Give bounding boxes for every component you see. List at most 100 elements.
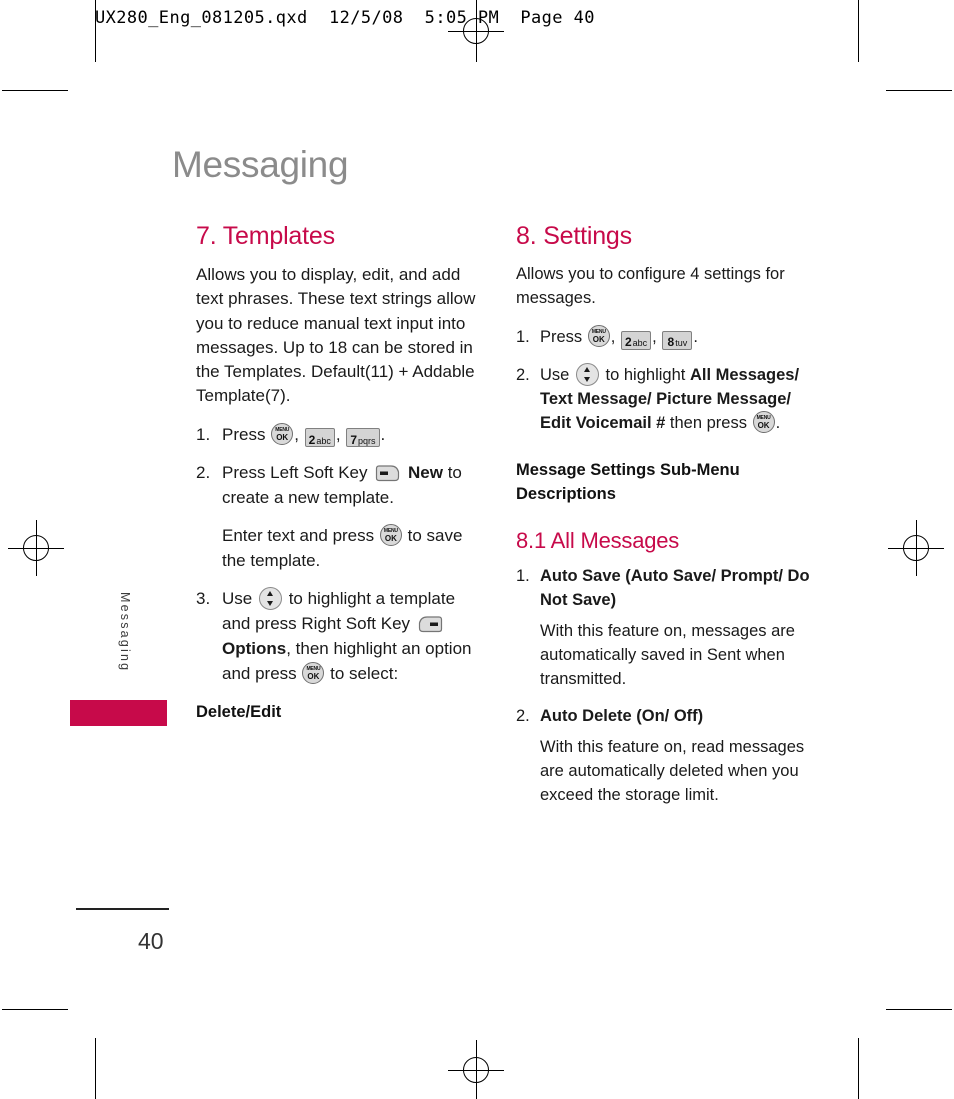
registration-mark-bottom [448, 1040, 504, 1099]
key-2-digit: 2 [624, 334, 632, 349]
settings-intro-text: Allows you to configure 4 settings for m… [516, 265, 785, 307]
footer-rule [76, 908, 169, 910]
step-end-punctuation: . [693, 327, 698, 346]
left-soft-key-icon [375, 465, 400, 482]
menu-ok-key-icon: MENU OK [271, 422, 294, 445]
step-text: Press Left Soft Key [222, 462, 368, 482]
item-title: Auto Save (Auto Save/ Prompt/ Do Not Sav… [540, 567, 810, 610]
menu-ok-key-bottom-label: OK [276, 432, 289, 442]
key-2-letters: abc [316, 435, 331, 446]
setting-item-1-description: With this feature on, messages are autom… [516, 619, 812, 692]
step-text: Use [540, 365, 570, 384]
section-heading-templates: 7. Templates [196, 222, 335, 250]
right-column: 8. Settings Allows you to configure 4 se… [516, 222, 812, 820]
crop-mark-bottom-left-vertical [95, 1038, 96, 1099]
crop-mark-bottom-right-vertical [858, 1038, 859, 1099]
step-number: 1. [196, 424, 211, 444]
templates-intro-text: Allows you to display, edit, and add tex… [196, 265, 476, 406]
settings-step-1: 1. Press MENU OK , 2abc , 8tuv . [516, 324, 812, 350]
setting-item-1: 1. Auto Save (Auto Save/ Prompt/ Do Not … [516, 564, 812, 613]
menu-ok-key-bottom-label: OK [592, 334, 605, 344]
menu-ok-key-bottom-label: OK [384, 533, 397, 543]
step-end-text: to select: [330, 663, 399, 683]
page-number: 40 [138, 928, 164, 954]
setting-item-2: 2. Auto Delete (On/ Off) [516, 704, 812, 728]
key-8-letters: tuv [675, 337, 688, 348]
step-separator-2: , [335, 424, 341, 444]
templates-step-2: 2. Press Left Soft Key New to create a n… [196, 461, 486, 511]
crop-mark-top-right-horizontal [886, 90, 952, 91]
crop-mark-bottom-left-horizontal [2, 1009, 68, 1010]
step-bold-label: Options [222, 638, 287, 658]
crop-mark-top-right-vertical [858, 0, 859, 62]
step-separator-2: , [652, 327, 657, 346]
menu-ok-key-icon: MENU OK [587, 324, 610, 347]
registration-mark-right [888, 520, 944, 576]
right-soft-key-icon [418, 616, 443, 633]
side-tab-accent-bar [70, 700, 167, 726]
crop-mark-bottom-right-horizontal [886, 1009, 952, 1010]
step-text: Press [222, 424, 266, 444]
submenu-descriptions-heading: Message Settings Sub-Menu Descriptions [516, 461, 740, 503]
side-tab: Messaging [118, 592, 140, 677]
side-tab-label: Messaging [118, 592, 132, 673]
item-body-text: With this feature on, messages are autom… [540, 621, 795, 689]
item-number: 2. [516, 707, 530, 726]
key-2-digit: 2 [308, 432, 316, 447]
key-2-icon: 2abc [304, 427, 335, 447]
page-title: Messaging [172, 144, 349, 185]
step-number: 2. [196, 462, 211, 482]
settings-step-2: 2. Use to highlight All Messages/ Text M… [516, 362, 812, 436]
menu-ok-key-icon: MENU OK [379, 523, 402, 546]
step-number: 3. [196, 588, 211, 608]
menu-ok-key-bottom-label: OK [307, 671, 320, 681]
menu-ok-key-icon: MENU OK [752, 411, 775, 433]
registration-circle-right [903, 535, 929, 561]
subsection-heading-all-messages: 8.1 All Messages [516, 528, 680, 554]
navigation-key-icon [258, 586, 282, 610]
menu-ok-key-icon: MENU OK [302, 661, 325, 684]
step-text: Press [540, 327, 583, 346]
key-7-digit: 7 [350, 432, 358, 447]
section-heading-settings: 8. Settings [516, 222, 632, 250]
step-bold-label: New [407, 462, 443, 482]
templates-step-2b: Enter text and press MENU OK to save the… [196, 523, 486, 574]
menu-ok-key-bottom-label: OK [757, 421, 770, 430]
step-number: 1. [516, 327, 530, 346]
key-2-icon: 2abc [620, 330, 652, 350]
item-number: 1. [516, 567, 530, 586]
menu-ok-key-top-label: MENU [591, 328, 606, 335]
file-header-text: UX280_Eng_081205.qxd 12/5/08 5:05 PM Pag… [95, 8, 595, 28]
step-text: Use [222, 588, 253, 608]
menu-ok-key-top-label: MENU [383, 527, 398, 534]
registration-circle-bottom [463, 1056, 489, 1083]
key-8-digit: 8 [667, 334, 675, 349]
step-text: Enter text and press [222, 525, 375, 545]
nav-down-arrow-icon [267, 600, 274, 606]
step-text-after-bold: then press [669, 414, 747, 432]
item-body-text: With this feature on, read messages are … [540, 737, 805, 805]
item-title: Auto Delete (On/ Off) [540, 707, 704, 726]
step-separator-1: , [610, 327, 616, 346]
step-number: 2. [516, 365, 530, 384]
navigation-key-icon [575, 362, 599, 386]
nav-up-arrow-icon [584, 366, 591, 372]
step-end-punctuation: . [775, 414, 781, 432]
templates-step-3: 3. Use to highlight a template and press… [196, 586, 486, 687]
setting-item-2-description: With this feature on, read messages are … [516, 735, 812, 808]
step-end-punctuation: . [380, 424, 386, 444]
step-text-continued: to [407, 525, 422, 545]
registration-circle-left [23, 535, 49, 561]
key-7-icon: 7pqrs [346, 427, 380, 447]
nav-down-arrow-icon [584, 376, 591, 382]
templates-step-1: 1. Press MENU OK , 2abc , 7pqrs . [196, 422, 486, 448]
left-column: 7. Templates Allows you to display, edit… [196, 222, 486, 732]
registration-mark-left [8, 520, 64, 576]
key-2-letters: abc [632, 337, 648, 348]
options-list-label: Delete/Edit [196, 702, 282, 721]
step-text-middle: to highlight [605, 365, 686, 384]
crop-mark-top-left-horizontal [2, 90, 68, 91]
step-separator-1: , [294, 424, 299, 444]
nav-up-arrow-icon [267, 590, 274, 596]
key-8-icon: 8tuv [662, 330, 693, 350]
